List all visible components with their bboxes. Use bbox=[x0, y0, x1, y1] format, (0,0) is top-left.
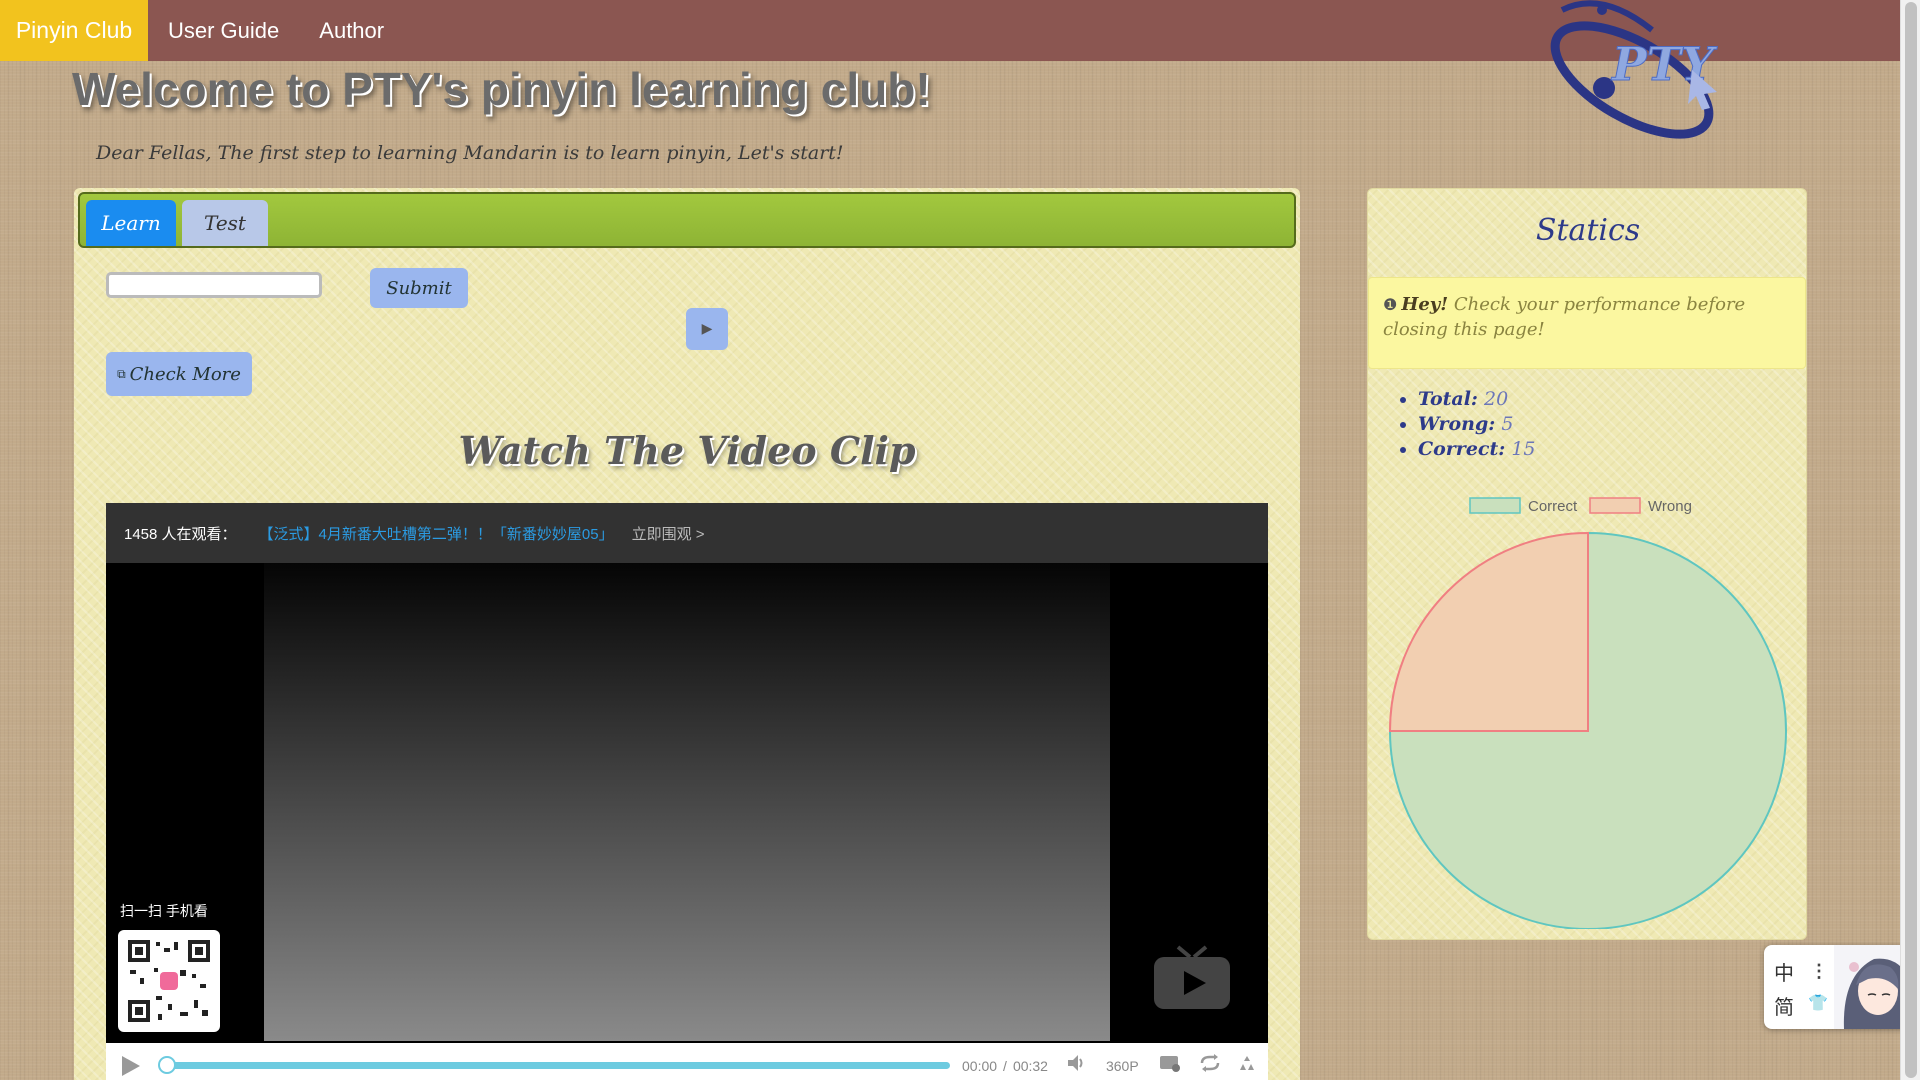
tab-learn[interactable]: Learn bbox=[86, 200, 176, 246]
language-switcher-widget[interactable]: 中 简 ⋮ 👕 bbox=[1764, 945, 1916, 1029]
stat-wrong: Wrong: 5 bbox=[1418, 412, 1536, 437]
pie-slice-wrong[interactable] bbox=[1388, 531, 1589, 732]
qr-code-icon bbox=[128, 940, 210, 1022]
nav-brand[interactable]: Pinyin Club bbox=[0, 0, 148, 61]
learn-panel: Learn Test Submit ▶ ⧉ Check More Watch T… bbox=[74, 188, 1300, 1080]
player-controls: 00:00 / 00:32 360P bbox=[106, 1043, 1268, 1080]
intro-text: Dear Fellas, The first step to learning … bbox=[96, 142, 844, 164]
danmaku-icon[interactable] bbox=[1159, 1054, 1181, 1077]
vertical-scrollbar[interactable] bbox=[1900, 0, 1920, 1080]
video-title-link[interactable]: 【泛式】4月新番大吐槽第二弹！！「新番妙妙屋05」 bbox=[259, 523, 614, 544]
nav-link-author[interactable]: Author bbox=[319, 18, 384, 44]
pty-logo: PTY bbox=[1550, 0, 1718, 139]
legend-label-wrong[interactable]: Wrong bbox=[1648, 498, 1692, 515]
more-icon[interactable]: ⋮ bbox=[1810, 961, 1828, 982]
current-time: 00:00 bbox=[962, 1057, 998, 1074]
info-icon: ❶ bbox=[1383, 295, 1398, 314]
time-separator: / bbox=[1003, 1057, 1007, 1074]
tab-test[interactable]: Test bbox=[182, 200, 268, 246]
nav-link-user-guide[interactable]: User Guide bbox=[168, 18, 279, 44]
stat-correct-value: 15 bbox=[1511, 438, 1536, 460]
stat-total-value: 20 bbox=[1484, 388, 1509, 410]
stat-wrong-label: Wrong: bbox=[1418, 413, 1496, 435]
performance-pie-chart: Correct Wrong bbox=[1388, 497, 1787, 929]
tab-bar: Learn Test bbox=[78, 192, 1296, 248]
scrollbar-thumb[interactable] bbox=[1905, 2, 1917, 1078]
player-info-bar: 1458 人在观看： 【泛式】4月新番大吐槽第二弹！！「新番妙妙屋05」 立即围… bbox=[106, 503, 1268, 563]
volume-icon[interactable] bbox=[1066, 1054, 1086, 1077]
check-more-button[interactable]: ⧉ Check More bbox=[106, 352, 252, 396]
legend-label-correct[interactable]: Correct bbox=[1528, 498, 1578, 515]
tv-play-icon[interactable] bbox=[1152, 943, 1232, 1013]
viewer-count: 1458 人在观看： bbox=[124, 525, 237, 543]
progress-handle[interactable] bbox=[158, 1056, 176, 1074]
stat-correct-label: Correct: bbox=[1418, 438, 1506, 460]
fullscreen-icon[interactable] bbox=[1237, 1054, 1257, 1077]
video-frame[interactable] bbox=[264, 563, 1110, 1041]
external-link-icon: ⧉ bbox=[117, 366, 126, 381]
stat-wrong-value: 5 bbox=[1501, 413, 1514, 435]
qr-label: 扫一扫 手机看 bbox=[120, 903, 208, 919]
shirt-icon[interactable]: 👕 bbox=[1808, 993, 1828, 1013]
progress-bar[interactable] bbox=[158, 1056, 950, 1074]
statistics-title: Statics bbox=[1535, 213, 1641, 248]
watch-now-link[interactable]: 立即围观 > bbox=[632, 523, 705, 544]
quality-selector[interactable]: 360P bbox=[1106, 1058, 1139, 1074]
video-heading: Watch The Video Clip bbox=[458, 428, 916, 473]
stat-total: Total: 20 bbox=[1418, 387, 1536, 412]
legend-swatch-wrong[interactable] bbox=[1589, 497, 1641, 514]
pinyin-answer-input[interactable] bbox=[106, 272, 322, 298]
alert-hey: Hey! bbox=[1401, 294, 1449, 315]
qr-code[interactable] bbox=[118, 930, 220, 1032]
legend-swatch-correct[interactable] bbox=[1469, 497, 1521, 514]
stat-correct: Correct: 15 bbox=[1418, 437, 1536, 462]
play-icon[interactable] bbox=[118, 1054, 142, 1078]
statistics-panel: Statics ❶ Hey! Check your performance bef… bbox=[1367, 188, 1807, 940]
duration: 00:32 bbox=[1012, 1057, 1048, 1074]
performance-alert: ❶ Hey! Check your performance before clos… bbox=[1368, 277, 1806, 369]
video-player: 1458 人在观看： 【泛式】4月新番大吐槽第二弹！！「新番妙妙屋05」 立即围… bbox=[106, 503, 1268, 1080]
submit-button[interactable]: Submit bbox=[370, 268, 468, 308]
play-audio-button[interactable]: ▶ bbox=[686, 308, 728, 350]
page-title: Welcome to PTY's pinyin learning club! bbox=[72, 63, 931, 115]
stat-total-label: Total: bbox=[1418, 388, 1478, 410]
loop-icon[interactable] bbox=[1199, 1054, 1221, 1077]
lang-simplified[interactable]: 简 bbox=[1774, 991, 1794, 1020]
stats-list: Total: 20 Wrong: 5 Correct: 15 bbox=[1400, 387, 1536, 462]
lang-zh[interactable]: 中 bbox=[1774, 957, 1794, 986]
check-more-label: Check More bbox=[129, 363, 241, 385]
play-icon: ▶ bbox=[701, 321, 713, 337]
